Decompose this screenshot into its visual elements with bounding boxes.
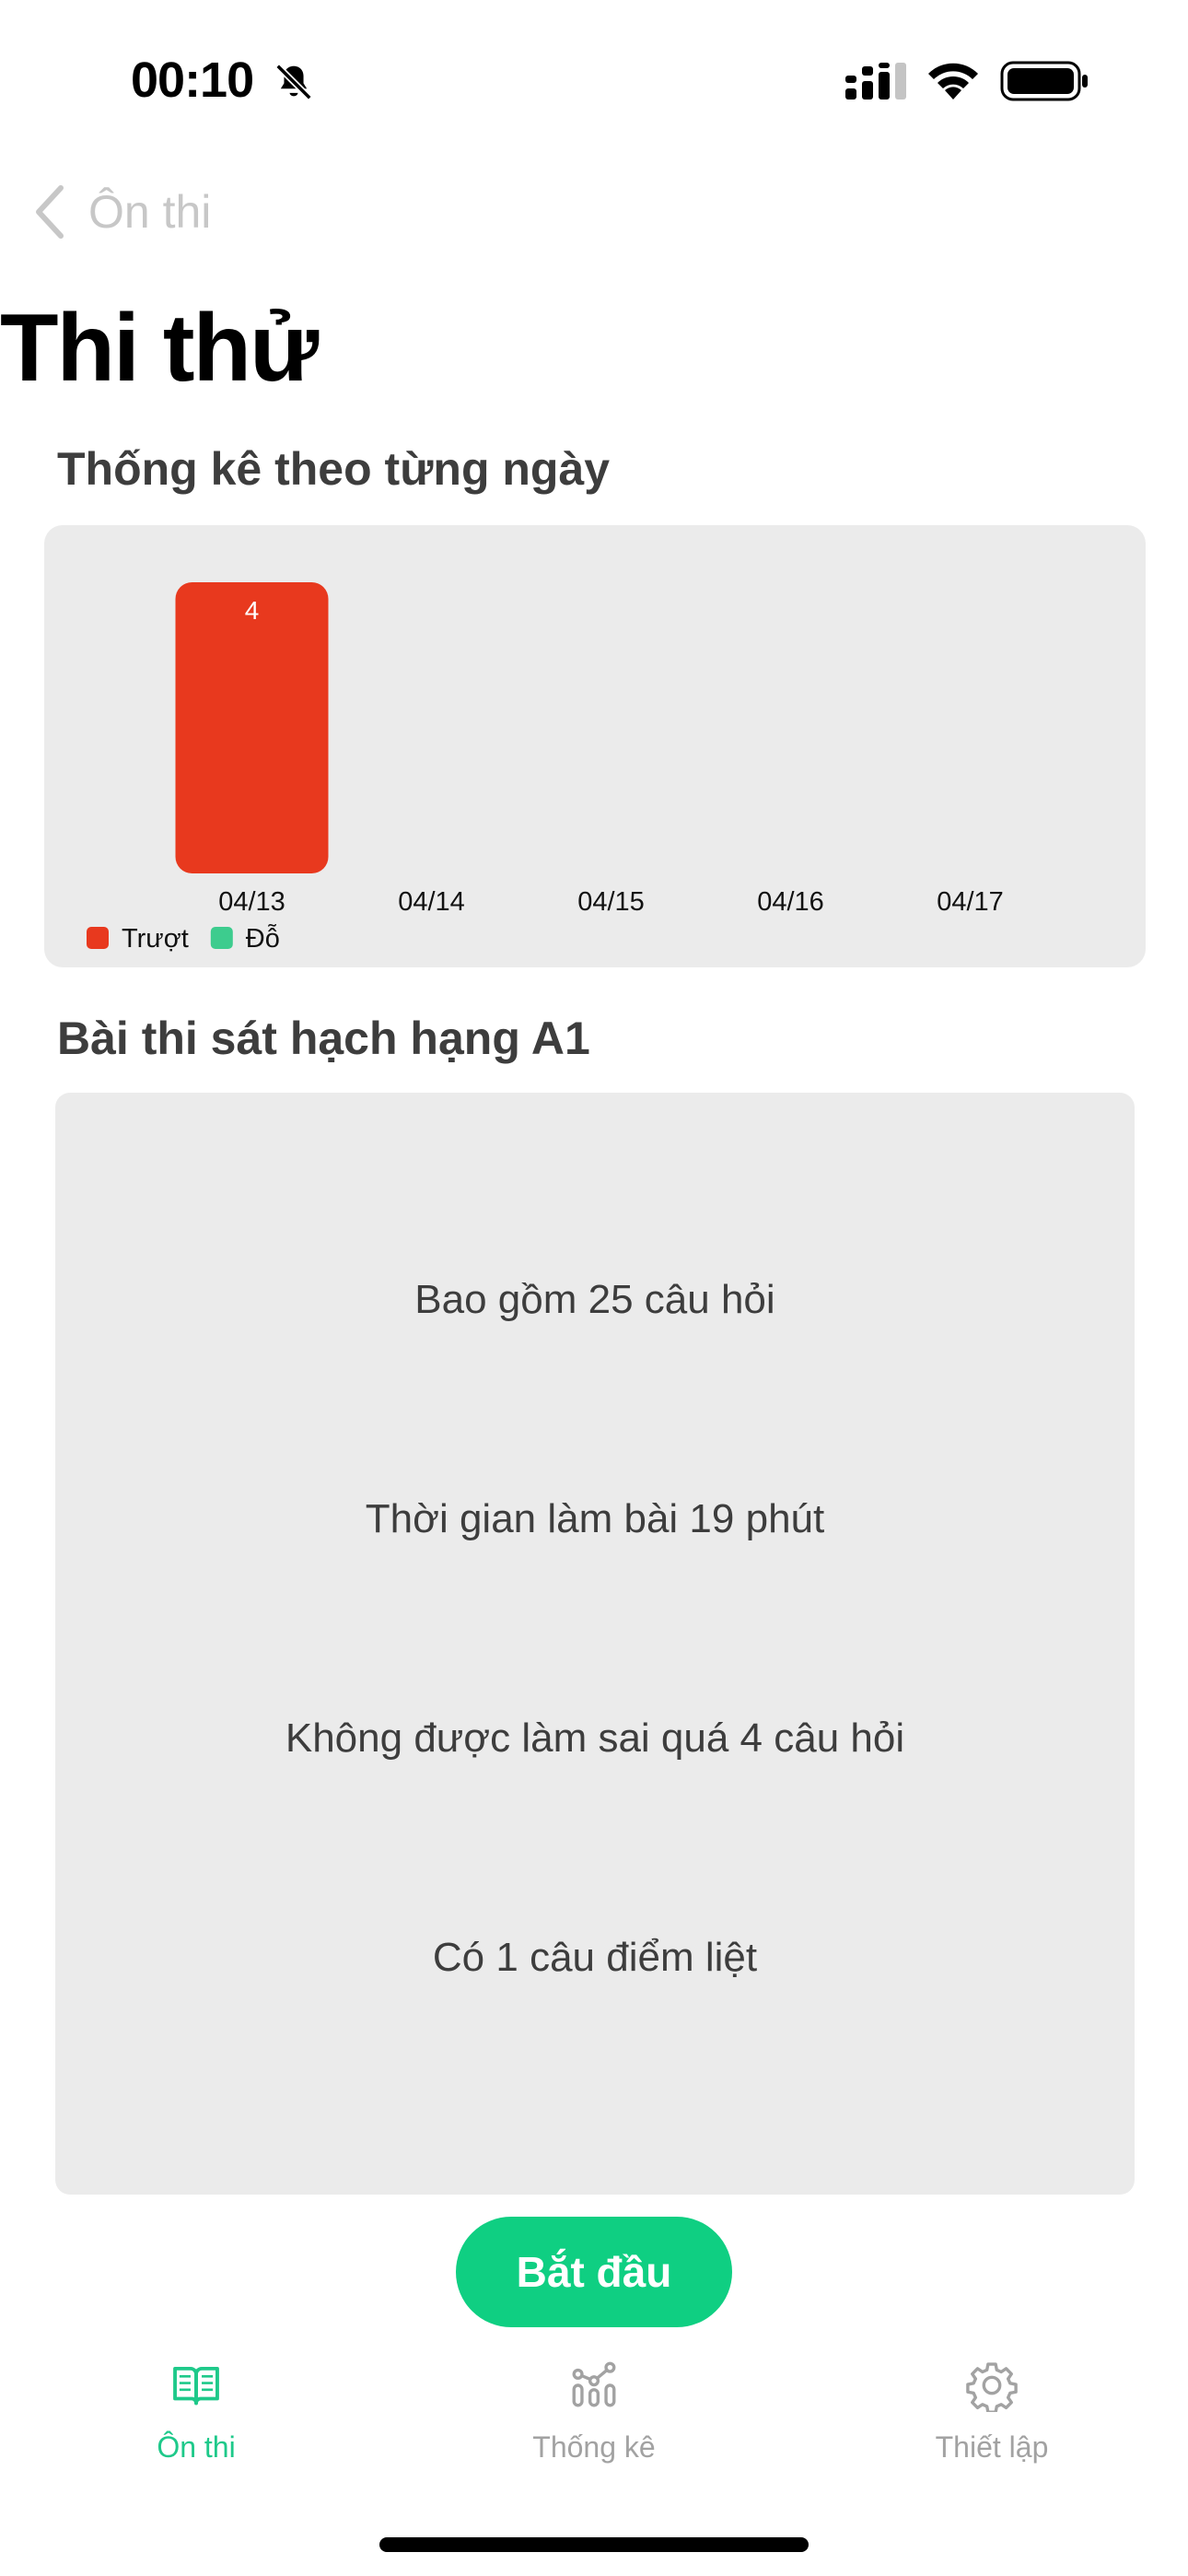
cellular-signal-icon: [845, 63, 906, 100]
home-indicator: [379, 2537, 809, 2552]
book-icon: [173, 2366, 219, 2406]
legend-swatch-pass: [210, 927, 233, 949]
x-axis-tick-label: 04/17: [937, 887, 1004, 917]
chevron-left-icon: [36, 185, 64, 239]
start-button[interactable]: Bắt đầu: [456, 2217, 732, 2327]
exam-info-card: Bao gồm 25 câu hỏi Thời gian làm bài 19 …: [55, 1093, 1135, 2195]
tab-settings[interactable]: Thiết lập: [854, 2359, 1130, 2465]
legend-label-pass: Đỗ: [246, 923, 280, 954]
page-title: Thi thử: [0, 295, 319, 402]
exam-max-errors: Không được làm sai quá 4 câu hỏi: [285, 1715, 905, 1761]
exam-duration: Thời gian làm bài 19 phút: [365, 1496, 825, 1541]
tab-settings-label: Thiết lập: [935, 2430, 1049, 2464]
legend-label-fail: Trượt: [122, 924, 189, 954]
status-time: 00:10: [131, 53, 254, 108]
gear-icon: [966, 2362, 1018, 2412]
legend-swatch-fail: [87, 927, 109, 949]
x-axis-tick-label: 04/15: [577, 887, 645, 917]
bar-value-label: 4: [245, 596, 260, 625]
bar-chart: 4 04/13 04/14 04/15 04/16 04/17 Trượt Đỗ: [87, 582, 1004, 954]
x-axis-tick-label: 04/14: [398, 887, 465, 917]
bar-fail: [175, 582, 329, 873]
back-label: Ôn thi: [88, 186, 212, 238]
daily-stats-title: Thống kê theo từng ngày: [57, 443, 611, 495]
x-axis-tick-label: 04/13: [218, 887, 285, 917]
back-button[interactable]: Ôn thi: [31, 175, 211, 249]
tab-practice-label: Ôn thi: [157, 2430, 236, 2464]
bell-muted-icon: [275, 64, 312, 100]
wifi-icon: [928, 63, 978, 100]
tab-statistics[interactable]: Thống kê: [456, 2359, 732, 2465]
exam-critical-question: Có 1 câu điểm liệt: [432, 1935, 758, 1980]
tab-practice[interactable]: Ôn thi: [58, 2359, 334, 2465]
exam-question-count: Bao gồm 25 câu hỏi: [414, 1277, 775, 1322]
daily-stats-chart: 4 04/13 04/14 04/15 04/16 04/17 Trượt Đỗ: [44, 525, 1146, 967]
exam-title: Bài thi sát hạch hạng A1: [57, 1013, 590, 1064]
x-axis-tick-label: 04/16: [757, 887, 824, 917]
tab-bar: Ôn thi Thống kê Thiết lập: [0, 2359, 1188, 2497]
battery-icon: [1000, 61, 1088, 101]
tab-statistics-label: Thống kê: [532, 2430, 656, 2464]
chart-icon: [572, 2361, 616, 2407]
